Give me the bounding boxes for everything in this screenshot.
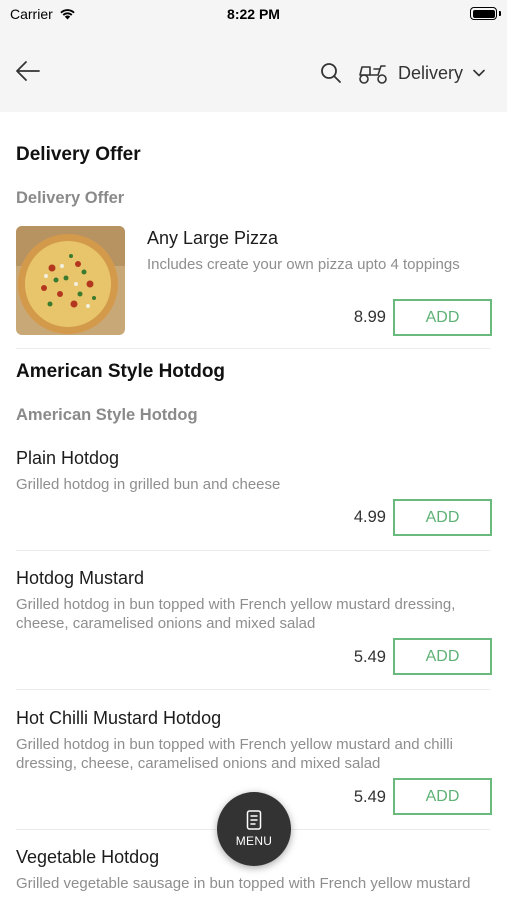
item-description: Grilled hotdog in grilled bun and cheese: [16, 476, 281, 493]
divider: [16, 550, 490, 551]
arrow-left-icon: [16, 61, 40, 81]
add-button[interactable]: ADD: [393, 638, 492, 675]
item-description: Includes create your own pizza upto 4 to…: [147, 256, 460, 273]
item-name: Plain Hotdog: [16, 448, 120, 468]
item-description-line: Grilled hotdog in bun topped with French…: [16, 596, 456, 613]
add-button[interactable]: ADD: [393, 499, 492, 536]
menu-list[interactable]: Delivery Offer Delivery Offer Any Large …: [0, 112, 507, 900]
section-title: Delivery Offer: [16, 144, 141, 165]
menu-fab-label: MENU: [235, 834, 273, 848]
section-subtitle: American Style Hotdog: [16, 406, 198, 424]
status-time: 8:22 PM: [227, 6, 280, 22]
chevron-down-icon: [473, 69, 485, 77]
section-title: American Style Hotdog: [16, 361, 226, 382]
item-description-line: Grilled hotdog in bun topped with French…: [16, 736, 453, 753]
item-description-line: dressing, cheese, caramelised onions and…: [16, 755, 381, 772]
item-price: 8.99: [353, 308, 386, 326]
item-price: 4.99: [353, 508, 386, 526]
item-name: Any Large Pizza: [147, 228, 279, 248]
item-name: Hotdog Mustard: [16, 568, 145, 588]
delivery-mode-selector[interactable]: Delivery: [358, 58, 485, 88]
menu-fab-button[interactable]: MENU: [217, 792, 291, 866]
item-name: Vegetable Hotdog: [16, 847, 160, 867]
add-button[interactable]: ADD: [393, 778, 492, 815]
item-name: Hot Chilli Mustard Hotdog: [16, 708, 222, 728]
search-icon: [321, 63, 341, 83]
divider: [16, 689, 490, 690]
back-button[interactable]: [14, 57, 42, 85]
battery-icon: [470, 7, 497, 20]
item-price: 5.49: [353, 648, 386, 666]
divider: [16, 348, 490, 349]
section-subtitle: Delivery Offer: [16, 189, 125, 207]
item-description-line: Grilled vegetable sausage in bun topped …: [16, 875, 471, 892]
scooter-icon: [359, 65, 387, 84]
nav-bar: Delivery: [0, 30, 507, 112]
menu-book-icon: [246, 810, 262, 830]
item-price: 5.49: [353, 788, 386, 806]
add-button[interactable]: ADD: [393, 299, 492, 336]
pizza-image: [16, 226, 125, 335]
delivery-mode-label: Delivery: [398, 62, 464, 83]
search-button[interactable]: [319, 61, 343, 85]
status-bar: Carrier 8:22 PM: [0, 0, 507, 30]
item-description-line: cheese, caramelised onions and mixed sal…: [16, 615, 316, 632]
